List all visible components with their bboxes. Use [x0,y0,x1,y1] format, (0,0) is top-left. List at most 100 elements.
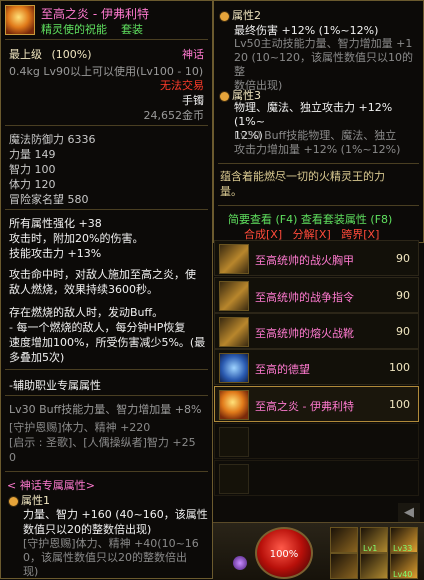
prop1-line: 力量、智力 +160 (40~160，该属性 [23,508,208,521]
set-item-level: 100 [389,361,410,374]
grade-percent: (100%) [51,48,92,61]
empty-slot [214,423,419,459]
skill-level-tag: Lv1 [363,544,378,553]
set-item-level: 90 [396,325,410,338]
prop1-bullet-icon [9,496,18,506]
prop1-title-text: 属性1 [21,494,50,507]
prop1-gray-line: [守护恩赐]体力、精神 +40(10~16 [23,537,199,550]
simple-view-link[interactable]: 简要查看 (F4) [228,213,297,226]
prop1-line: 数值只以20的整数倍出现) [23,523,152,536]
flavor-line: 蕴含着能燃尽一切的火精灵王的力 [220,170,385,183]
aux-gray-line: [守护恩赐]体力、精神 +220 [9,421,151,434]
set-item-level: 90 [396,289,410,302]
sell-price: 24,652金币 [143,109,205,122]
slot-type: 手镯 [182,94,204,107]
prop1-gray-line: 现) [23,565,39,578]
desc-line: - 每一个燃烧的敌人，每分钟HP恢复 [9,321,186,334]
set-item-chest[interactable]: 至高统帅的战火胸甲 90 [214,240,419,276]
empty-slot [214,460,419,496]
stat-row: 魔法防御力 6336 [9,133,96,146]
desc-line: 敌人燃烧，效果持续3600秒。 [9,283,158,296]
hp-percent: 100% [269,549,299,560]
view-options: 简要查看 (F4) 查看套装属性 (F8) [228,211,392,227]
aux-class-title: -辅助职业专属属性 [9,379,101,392]
stat-row: 冒险家名望 580 [9,193,89,206]
set-item-prestige[interactable]: 至高的德望 100 [214,349,419,385]
flavor-text: 蕴含着能燃尽一切的火精灵王的力 量。 [220,169,385,199]
effect-line: 所有属性强化 +38 [9,217,102,230]
item-tooltip-left: 至高之炎 - 伊弗利特 精灵使的祝能 套装 最上级 (100%) 神话 0.4k… [0,0,213,579]
prop3-gray-lines: Lv30 Buff技能物理、魔法、独立 攻击力增加量 +12% (1%~12%) [234,129,400,157]
prop3-gray-line: 攻击力增加量 +12% (1%~12%) [234,143,401,156]
skill-slot[interactable] [360,553,388,579]
desc-line: 速度增加100%，所受伤害减少5%。(最 [9,336,206,349]
hud-small-orb [233,556,247,570]
item-icon [5,5,35,35]
prop1-gray-lines: [守护恩赐]体力、精神 +40(10~16 0，该属性数值只以20的整数倍出 现… [23,537,199,579]
effect-line: 攻击时，附加20%的伤害。 [9,232,144,245]
prop2-line: 最终伤害 +12% (1%~12%) [234,24,379,37]
set-item-name: 至高统帅的熔火战靴 [255,327,354,340]
rarity-label: 神话 [182,48,204,61]
set-item-name: 至高统帅的战争指令 [255,291,354,304]
prop2-gray-line: 20 (10~120，该属性数值只以10的整 [234,51,413,78]
stat-row: 体力 120 [9,178,56,191]
grade-label: 最上级 (100%) [9,46,92,62]
ifrit-bracelet-icon [219,390,249,420]
set-item-name: 至高之炎 - 伊弗利特 [255,400,354,413]
prop2-gray-line: 数倍出现) [234,79,283,92]
prop1-title: 属性1 [9,492,50,508]
set-item-level: 90 [396,252,410,265]
prop1-lines: 力量、智力 +160 (40~160，该属性 数值只以20的整数倍出现) [23,507,208,537]
effect-line: 技能攻击力 +13% [9,247,102,260]
grade-text: 最上级 [9,48,42,61]
item-name: 至高之炎 - 伊弗利特 [41,7,149,21]
prop2-gray-lines: Lv50主动技能力量、智力增加量 +1 20 (10~120，该属性数值只以10… [234,37,423,93]
subtitle-a: 精灵使的祝能 [41,23,107,36]
item-tooltip-right: 属性2 最终伤害 +12% (1%~12%) Lv50主动技能力量、智力增加量 … [213,0,424,243]
hp-orb: 100% [255,527,313,579]
skill-slot[interactable]: Lv40 [390,553,418,579]
skill-level-tag: Lv33 [393,544,413,553]
prop3-gray-line: Lv30 Buff技能物理、魔法、独立 [234,129,397,142]
skill-slot[interactable]: Lv33 [390,527,418,553]
boots-icon [219,317,249,347]
prop1-gray-line: 0，该属性数值只以20的整数倍出 [23,551,187,564]
base-stats: 魔法防御力 6336 力量 149 智力 100 体力 120 冒险家名望 58… [9,132,96,207]
prop3-line: 物理、魔法、独立攻击力 +12% (1%~ [234,101,393,128]
set-item-name: 至高的德望 [255,363,310,376]
aux-gray-lines: [守护恩赐]体力、精神 +220 [启示 : 圣歌]、[人偶操纵者]智力 +25… [9,420,196,465]
set-item-command[interactable]: 至高统帅的战争指令 90 [214,277,419,313]
prestige-orb-icon [219,353,249,383]
skill-level-tag: Lv40 [393,570,413,579]
command-belt-icon [219,281,249,311]
set-item-name: 至高统帅的战火胸甲 [255,254,354,267]
stat-row: 智力 100 [9,163,56,176]
flavor-line: 量。 [220,185,242,198]
stat-row: 力量 149 [9,148,56,161]
aux-gray-line: [启示 : 圣歌]、[人偶操纵者]智力 +25 [9,436,196,449]
buff-description: 存在燃烧的敌人时，发动Buff。 - 每一个燃烧的敌人，每分钟HP恢复 速度增加… [9,305,205,365]
chest-armor-icon [219,244,249,274]
myth-title: < 神话专属属性> [7,479,95,492]
scroll-left-button[interactable]: ◀ [398,503,420,523]
prop3-bullet-icon [220,91,229,101]
set-item-level: 100 [389,398,410,411]
subtitle-b: 套装 [121,23,143,36]
aux-gray-line: 0 [9,451,16,464]
prop2-bullet-icon [220,11,229,21]
skill-slot[interactable]: Lv1 [360,527,388,553]
desc-line: 存在燃烧的敌人时，发动Buff。 [9,306,164,319]
set-item-boots[interactable]: 至高统帅的熔火战靴 90 [214,313,419,349]
set-item-ifrit[interactable]: 至高之炎 - 伊弗利特 100 [214,386,419,422]
burn-description: 攻击命中时，对敌人施加至高之炎，使 敌人燃烧，效果持续3600秒。 [9,267,196,297]
aux-line: Lv30 Buff技能力量、智力增加量 +8% [9,403,202,416]
prop2-title: 属性2 [220,7,261,23]
item-subtitle-set: 精灵使的祝能 套装 [41,21,143,37]
desc-line: 多叠加5次) [9,351,65,364]
skill-slot[interactable] [330,527,358,553]
skill-slot[interactable] [330,553,358,579]
prop2-title-text: 属性2 [232,9,261,22]
desc-line: 攻击命中时，对敌人施加至高之炎，使 [9,268,196,281]
set-view-link[interactable]: 查看套装属性 (F8) [301,213,392,226]
